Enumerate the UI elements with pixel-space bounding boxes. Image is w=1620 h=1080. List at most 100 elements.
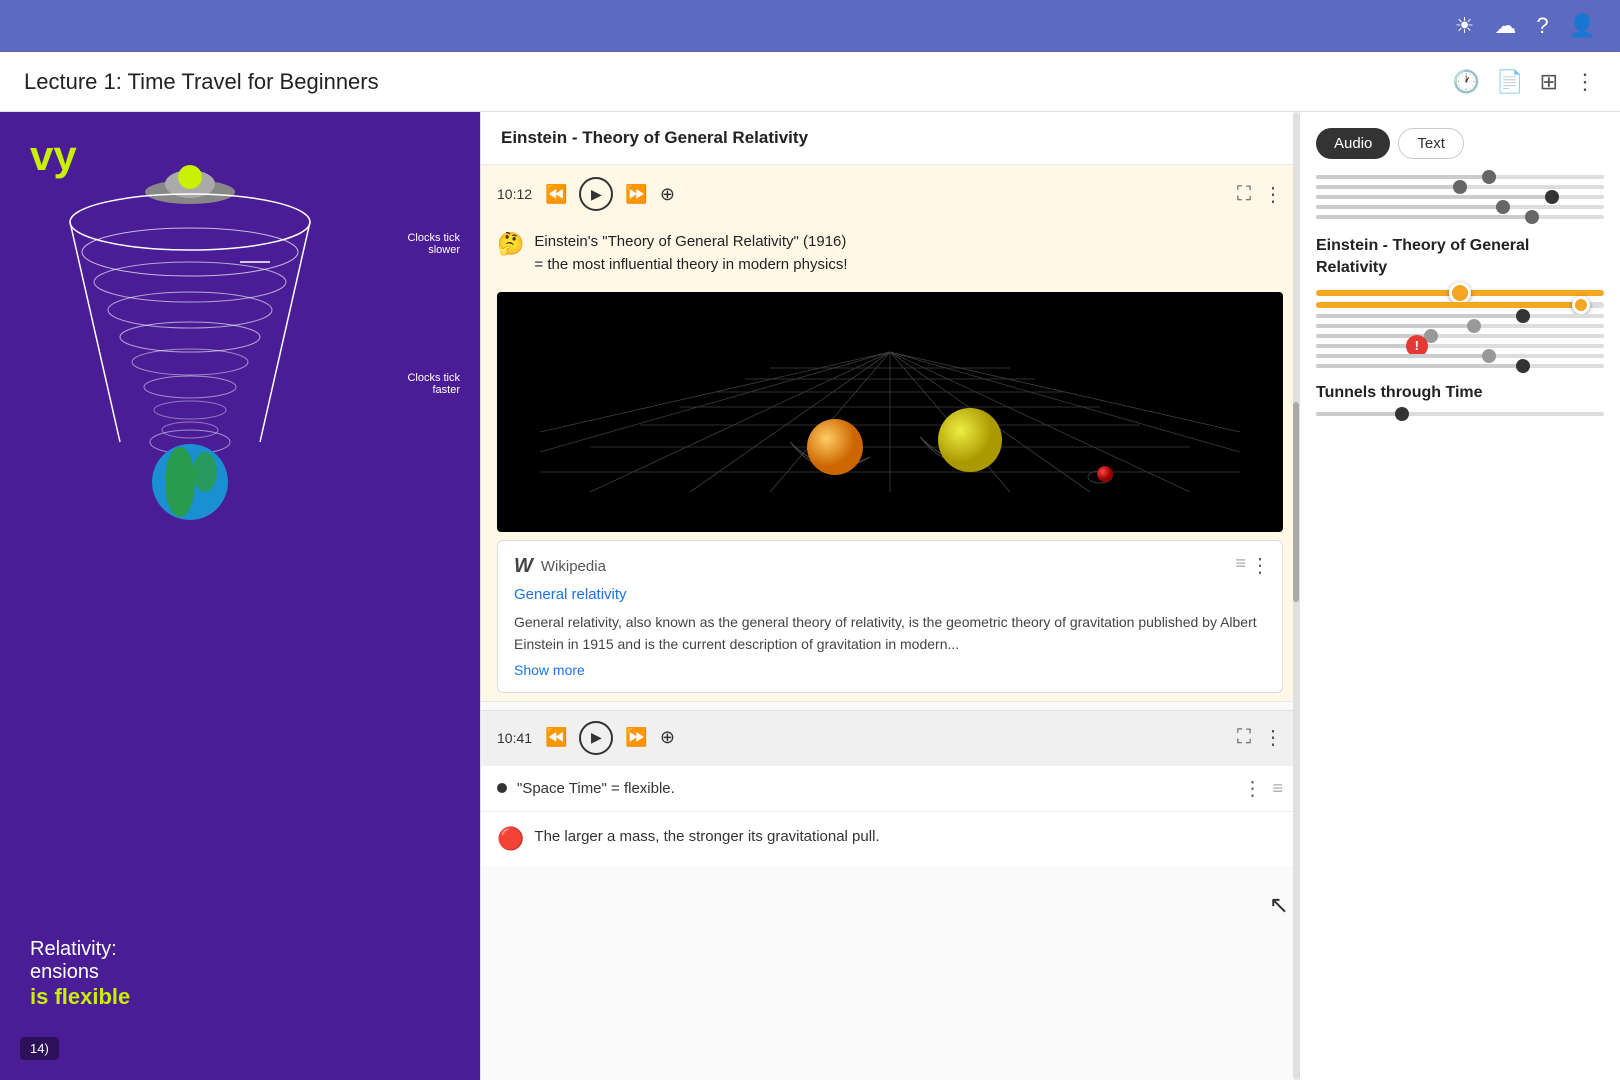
- page-header: Lecture 1: Time Travel for Beginners 🕐 📄…: [0, 52, 1620, 112]
- emoji-avatar: 🤔: [497, 231, 524, 257]
- top-bar: ☀ ☁ ? 👤: [0, 0, 1620, 52]
- wikipedia-label: Wikipedia: [541, 558, 606, 575]
- orange-slider-row-5: [1316, 334, 1604, 338]
- scrollbar-thumb[interactable]: [1293, 402, 1299, 602]
- slider-track-1[interactable]: [1316, 175, 1604, 179]
- slider-group-top: [1316, 175, 1604, 219]
- help-icon[interactable]: ?: [1536, 13, 1548, 39]
- slider-thumb-gray-1[interactable]: [1467, 319, 1481, 333]
- slider-track-o4[interactable]: [1316, 324, 1604, 328]
- orange-slider-row-6: !: [1316, 344, 1604, 348]
- audio-time-1: 10:12: [497, 186, 533, 202]
- slider-thumb-1[interactable]: [1482, 170, 1496, 184]
- play-button-1[interactable]: ▶: [579, 177, 613, 211]
- slider-thumb-2[interactable]: [1453, 180, 1467, 194]
- orange-slider-row-2: [1316, 302, 1604, 308]
- slider-thumb-dark-1[interactable]: [1516, 309, 1530, 323]
- warning-text: The larger a mass, the stronger its grav…: [534, 826, 879, 849]
- wikipedia-text: General relativity, also known as the ge…: [514, 611, 1266, 656]
- note-text: "Space Time" = flexible.: [517, 780, 1232, 797]
- slider-track-o7[interactable]: [1316, 354, 1604, 358]
- header-actions: 🕐 📄 ⊞ ⋮: [1453, 69, 1596, 95]
- panel-tabs: Audio Text: [1316, 128, 1604, 159]
- slider-thumb-5[interactable]: [1525, 210, 1539, 224]
- clock-label-slower: Clocks tick slower: [407, 232, 460, 256]
- fast-forward-button-1[interactable]: ⏩: [625, 184, 647, 205]
- cloud-icon[interactable]: ☁: [1494, 13, 1516, 39]
- slider-track-5[interactable]: [1316, 215, 1604, 219]
- wikipedia-link[interactable]: General relativity: [514, 586, 1266, 603]
- tab-text[interactable]: Text: [1398, 128, 1464, 159]
- note-menu-button[interactable]: ⋮: [1242, 776, 1262, 801]
- slide-content: vy: [0, 112, 480, 1080]
- orange-slider-row-7: [1316, 354, 1604, 358]
- add-button-2[interactable]: ⊕: [660, 727, 675, 748]
- cursor-pointer: ↖: [1269, 891, 1289, 920]
- clock-label-faster: Clocks tick faster: [407, 372, 460, 396]
- section-title-tunnels: Tunnels through Time: [1316, 384, 1604, 402]
- video-content: [497, 292, 1283, 532]
- expand-button-2[interactable]: ⛶: [1237, 726, 1251, 749]
- expand-button-1[interactable]: ⛶: [1237, 183, 1251, 206]
- slider-track-o8[interactable]: [1316, 364, 1604, 368]
- brightness-icon[interactable]: ☀: [1455, 13, 1475, 39]
- rewind-button-1[interactable]: ⏪: [545, 184, 567, 205]
- slider-thumb-gray-3[interactable]: [1482, 349, 1496, 363]
- page-title: Lecture 1: Time Travel for Beginners: [24, 69, 379, 95]
- slider-row-5: [1316, 215, 1604, 219]
- audio-player-1: 10:12 ⏪ ▶ ⏩ ⊕ ⛶ ⋮: [481, 165, 1299, 223]
- slider-thumb-bottom[interactable]: [1395, 407, 1409, 421]
- wiki-menu-button[interactable]: ⋮: [1250, 553, 1270, 578]
- slider-track-2[interactable]: [1316, 185, 1604, 189]
- note-drag-icon[interactable]: ≡: [1272, 778, 1283, 799]
- slider-track-bottom[interactable]: [1316, 412, 1604, 416]
- audio-player-2: 10:41 ⏪ ▶ ⏩ ⊕ ⛶ ⋮: [481, 711, 1299, 765]
- slider-thumb-4[interactable]: [1496, 200, 1510, 214]
- bubble-text-1: Einstein's "Theory of General Relativity…: [534, 231, 847, 276]
- video-frame[interactable]: [497, 292, 1283, 532]
- slider-track-o6[interactable]: !: [1316, 344, 1604, 348]
- orange-track-1[interactable]: [1316, 290, 1604, 296]
- warning-icon: 🔴: [497, 826, 524, 852]
- right-panel: Audio Text: [1300, 112, 1620, 1080]
- layout-icon[interactable]: ⊞: [1540, 69, 1558, 95]
- audio-time-2: 10:41: [497, 730, 533, 746]
- warning-row: 🔴 The larger a mass, the stronger its gr…: [481, 811, 1299, 866]
- slider-thumb-dark-2[interactable]: [1516, 359, 1530, 373]
- document-icon[interactable]: 📄: [1496, 69, 1523, 95]
- orange-track-2[interactable]: [1316, 302, 1604, 308]
- slide-page-number: 14): [20, 1037, 59, 1060]
- slider-thumb-3[interactable]: [1545, 190, 1559, 204]
- audio-bubble-1: 🤔 Einstein's "Theory of General Relativi…: [481, 223, 1299, 284]
- slider-row-bottom: [1316, 412, 1604, 416]
- wiki-header: W Wikipedia: [514, 555, 1266, 578]
- note-row: "Space Time" = flexible. ⋮ ≡: [481, 765, 1299, 811]
- history-icon[interactable]: 🕐: [1453, 69, 1480, 95]
- fast-forward-button-2[interactable]: ⏩: [625, 727, 647, 748]
- rewind-button-2[interactable]: ⏪: [545, 727, 567, 748]
- more-vertical-icon[interactable]: ⋮: [1574, 69, 1596, 95]
- scrollbar[interactable]: [1293, 112, 1299, 1080]
- orange-slider-row-4: [1316, 324, 1604, 328]
- more-menu-button-1[interactable]: ⋮: [1263, 182, 1283, 207]
- orange-thumb-right[interactable]: [1572, 296, 1590, 314]
- wiki-drag-icon[interactable]: ≡: [1235, 553, 1246, 574]
- main-content: vy: [0, 112, 1620, 1080]
- card-title: Einstein - Theory of General Relativity: [501, 128, 808, 147]
- more-menu-button-2[interactable]: ⋮: [1263, 725, 1283, 750]
- tab-audio[interactable]: Audio: [1316, 128, 1390, 159]
- user-icon[interactable]: 👤: [1569, 13, 1596, 39]
- play-button-2[interactable]: ▶: [579, 721, 613, 755]
- orange-slider-row-8: [1316, 364, 1604, 368]
- slider-row-2: [1316, 185, 1604, 189]
- orange-thumb-center[interactable]: [1449, 282, 1471, 304]
- note-dot-icon: [497, 783, 507, 793]
- card-header: Einstein - Theory of General Relativity: [481, 112, 1299, 165]
- slider-track-o3[interactable]: [1316, 314, 1604, 318]
- slider-row-1: [1316, 175, 1604, 179]
- slider-track-4[interactable]: [1316, 205, 1604, 209]
- slider-track-o5[interactable]: [1316, 334, 1604, 338]
- show-more-link[interactable]: Show more: [514, 662, 1266, 678]
- slider-track-3[interactable]: [1316, 195, 1604, 199]
- add-button-1[interactable]: ⊕: [660, 184, 675, 205]
